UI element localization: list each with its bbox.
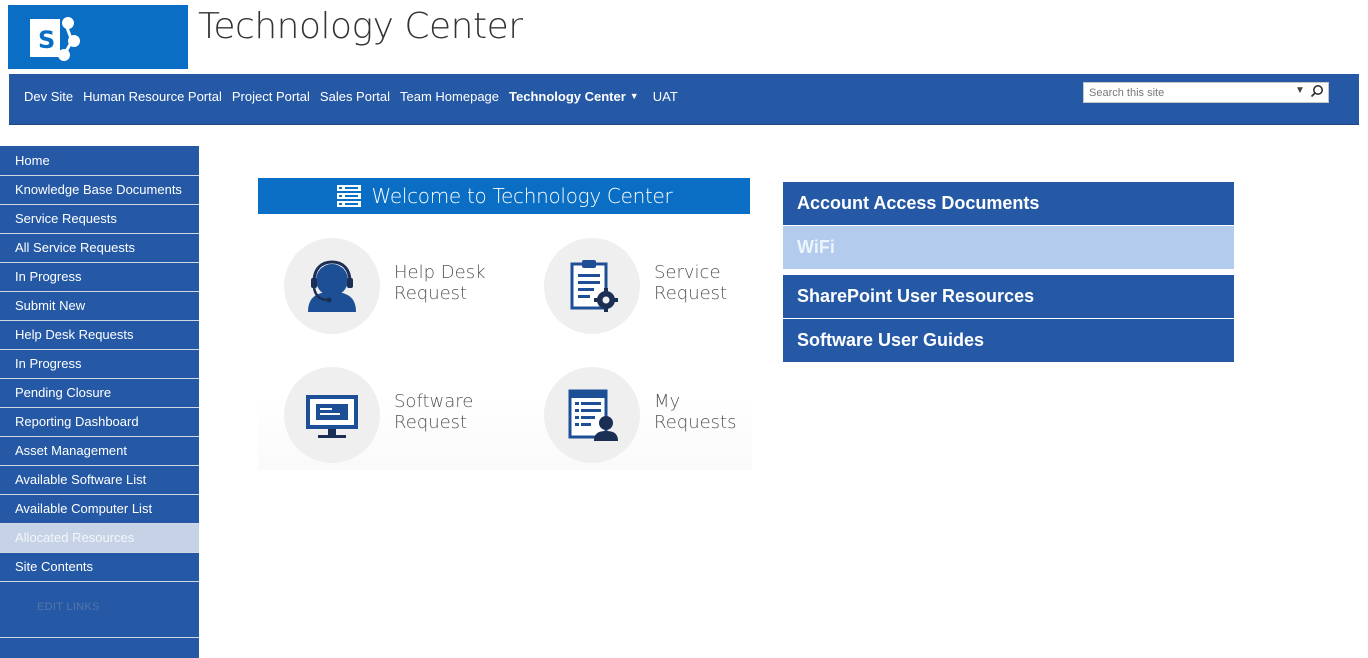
sharepoint-logo-icon: S (30, 17, 80, 61)
leftnav-item-service-requests[interactable]: Service Requests (0, 205, 199, 234)
tile-label-line1: Help Desk (394, 262, 486, 283)
tile-help-desk-request[interactable]: Help Desk Request (284, 238, 524, 338)
left-navigation: Home Knowledge Base Documents Service Re… (0, 146, 199, 658)
leftnav-item-allocated-resources[interactable]: Allocated Resources (0, 524, 199, 553)
topnav-item-team-homepage[interactable]: Team Homepage (400, 89, 499, 104)
leftnav-item-in-progress-helpdesk[interactable]: In Progress (0, 350, 199, 379)
edit-links-link[interactable]: EDIT LINKS (37, 601, 100, 613)
monitor-icon (306, 395, 358, 438)
topnav-item-project-portal[interactable]: Project Portal (232, 89, 310, 104)
welcome-title: Welcome to Technology Center (371, 184, 673, 208)
tile-label-line2: Request (394, 283, 468, 304)
tile-label: Help Desk Request (394, 262, 486, 304)
resource-links: Account Access Documents WiFi SharePoint… (783, 182, 1234, 363)
server-list-icon (336, 183, 362, 209)
link-wifi[interactable]: WiFi (783, 226, 1234, 269)
leftnav-item-available-computer-list[interactable]: Available Computer List (0, 495, 199, 524)
leftnav-item-home[interactable]: Home (0, 147, 199, 176)
tile-label-line2: Request (654, 283, 728, 304)
leftnav-item-help-desk-requests[interactable]: Help Desk Requests (0, 321, 199, 350)
search-box: ▼ (1083, 82, 1329, 103)
tile-circle (544, 367, 640, 463)
leftnav-item-site-contents[interactable]: Site Contents (0, 553, 199, 582)
leftnav-item-all-service-requests[interactable]: All Service Requests (0, 234, 199, 263)
topnav-item-human-resource-portal[interactable]: Human Resource Portal (83, 89, 222, 104)
leftnav-item-asset-management[interactable]: Asset Management (0, 437, 199, 466)
search-scope-dropdown-icon[interactable]: ▼ (1295, 85, 1305, 96)
tile-label-line1: Service (654, 262, 721, 283)
link-sharepoint-user-resources[interactable]: SharePoint User Resources (783, 275, 1234, 318)
leftnav-item-submit-new[interactable]: Submit New (0, 292, 199, 321)
tile-label-line2: Requests (654, 412, 737, 433)
tile-label-line1: My (654, 391, 681, 412)
site-title[interactable]: Technology Center (198, 6, 523, 47)
sharepoint-logo[interactable]: S (8, 5, 188, 69)
tile-circle (284, 238, 380, 334)
top-navigation-bar: Dev Site Human Resource Portal Project P… (9, 74, 1359, 125)
topnav-item-dev-site[interactable]: Dev Site (24, 89, 73, 104)
clipboard-gear-icon (570, 260, 618, 312)
leftnav-item-knowledge-base-documents[interactable]: Knowledge Base Documents (0, 176, 199, 205)
chevron-down-icon[interactable]: ▼ (630, 91, 639, 101)
leftnav-item-available-software-list[interactable]: Available Software List (0, 466, 199, 495)
link-software-user-guides[interactable]: Software User Guides (783, 319, 1234, 362)
tile-label: Software Request (394, 391, 473, 433)
tile-circle (544, 238, 640, 334)
tile-label-line2: Request (394, 412, 468, 433)
leftnav-item-in-progress[interactable]: In Progress (0, 263, 199, 292)
tile-circle (284, 367, 380, 463)
tile-label: My Requests (654, 391, 737, 433)
search-input[interactable] (1084, 84, 1279, 102)
link-account-access-documents[interactable]: Account Access Documents (783, 182, 1234, 225)
svg-text:S: S (38, 26, 55, 54)
headset-user-icon (308, 260, 356, 312)
leftnav-item-reporting-dashboard[interactable]: Reporting Dashboard (0, 408, 199, 437)
topnav-item-sales-portal[interactable]: Sales Portal (320, 89, 390, 104)
tile-label-line1: Software (394, 391, 474, 412)
search-icon[interactable] (1310, 84, 1324, 103)
tile-my-requests[interactable]: My Requests (544, 367, 784, 467)
tile-software-request[interactable]: Software Request (284, 367, 524, 467)
leftnav-item-pending-closure[interactable]: Pending Closure (0, 379, 199, 408)
divider (0, 637, 199, 638)
tile-label: Service Request (654, 262, 727, 304)
welcome-banner: Welcome to Technology Center (258, 178, 750, 214)
tile-service-request[interactable]: Service Request (544, 238, 784, 338)
topnav-item-uat[interactable]: UAT (653, 89, 678, 104)
topnav-item-technology-center[interactable]: Technology Center (509, 89, 626, 104)
document-user-icon (568, 389, 618, 441)
